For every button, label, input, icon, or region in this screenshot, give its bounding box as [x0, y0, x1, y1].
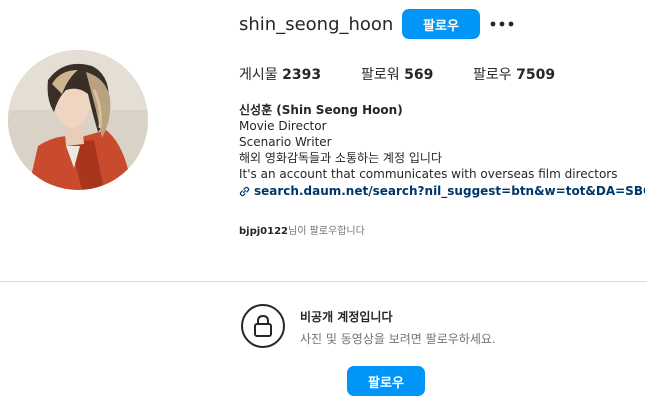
stat-followers-count: 569	[404, 67, 434, 83]
private-title: 비공개 계정입니다	[300, 310, 393, 324]
bio-link-text: search.daum.net/search?nil_suggest=btn&w…	[254, 184, 645, 198]
followed-by[interactable]: bjpj0122님이 팔로우합니다	[239, 222, 365, 237]
stat-posts-label: 게시물	[239, 67, 278, 83]
avatar-image	[8, 50, 148, 190]
profile-username: shin_seong_hoon	[239, 14, 394, 35]
stat-posts-count: 2393	[282, 67, 322, 83]
followed-by-user: bjpj0122	[239, 226, 289, 237]
stat-following[interactable]: 팔로우 7509	[473, 65, 555, 85]
lock-icon	[254, 314, 272, 337]
bio-line: Scenario Writer	[239, 135, 332, 149]
stat-posts: 게시물 2393	[239, 65, 321, 85]
stat-following-count: 7509	[516, 67, 556, 83]
profile-page: shin_seong_hoon 팔로우 게시물 2393 팔로워 569 팔로우…	[0, 0, 647, 402]
bio-line: Movie Director	[239, 119, 327, 133]
profile-full-name: 신성훈 (Shin Seong Hoon)	[239, 103, 403, 117]
bio-line: It's an account that communicates with o…	[239, 167, 618, 181]
stat-followers-label: 팔로워	[361, 67, 400, 83]
profile-bio: 신성훈 (Shin Seong Hoon) Movie Director Sce…	[239, 102, 645, 199]
avatar[interactable]	[8, 50, 148, 190]
stat-following-label: 팔로우	[473, 67, 512, 83]
bio-link[interactable]: search.daum.net/search?nil_suggest=btn&w…	[239, 183, 645, 199]
private-lock-badge	[241, 304, 285, 348]
more-horizontal-icon	[490, 21, 514, 27]
follow-button[interactable]: 팔로우	[402, 9, 480, 39]
follow-button-private[interactable]: 팔로우	[347, 366, 425, 396]
followed-by-suffix: 님이 팔로우합니다	[288, 226, 365, 237]
private-subtitle: 사진 및 동영상을 보려면 팔로우하세요.	[300, 332, 496, 346]
stat-followers[interactable]: 팔로워 569	[361, 65, 433, 85]
more-options-button[interactable]	[488, 12, 516, 36]
link-icon	[239, 186, 250, 197]
bio-line: 해외 영화감독들과 소통하는 계정 입니다	[239, 151, 442, 165]
divider	[0, 281, 647, 282]
